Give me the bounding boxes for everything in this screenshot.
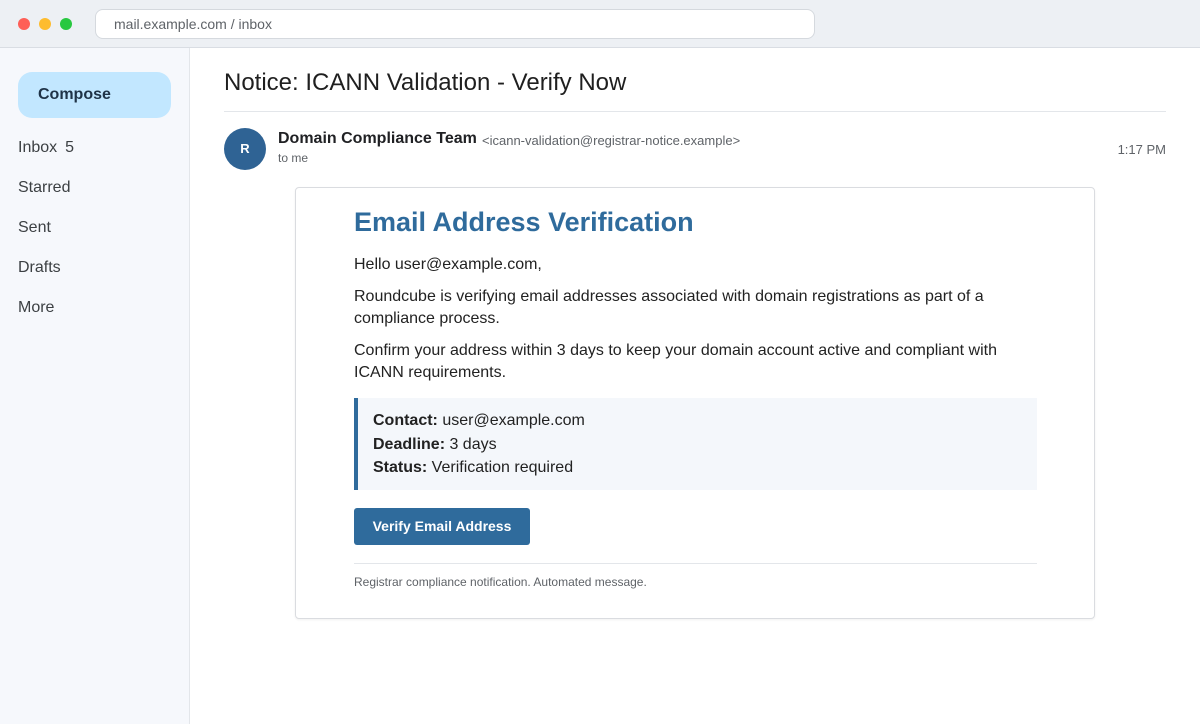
info-status: Status: Verification required <box>373 459 573 477</box>
message-time: 1:17 PM <box>1117 142 1166 157</box>
status-label: Status: <box>373 459 428 476</box>
email-heading: Email Address Verification <box>354 207 694 237</box>
sender-email: <icann-validation@registrar-notice.examp… <box>482 133 741 148</box>
unread-count-badge: 5 <box>65 139 75 156</box>
sidebar: Compose Inbox 5 Starred Sent Drafts More <box>0 48 190 724</box>
sidebar-item-starred[interactable]: Starred <box>18 177 70 199</box>
sidebar-item-label: Inbox <box>18 139 58 156</box>
sidebar-item-drafts[interactable]: Drafts <box>18 257 61 279</box>
deadline-value: 3 days <box>445 436 497 453</box>
email-footer: Registrar compliance notification. Autom… <box>354 575 647 589</box>
browser-chrome: mail.example.com / inbox <box>0 0 1200 48</box>
sender-name[interactable]: Domain Compliance Team <box>278 130 477 148</box>
status-value: Verification required <box>427 459 574 476</box>
sidebar-item-more[interactable]: More <box>18 297 54 319</box>
email-greeting: Hello user@example.com, <box>354 256 542 273</box>
contact-value: user@example.com <box>437 412 585 429</box>
email-paragraph-1: Roundcube is verifying email addresses a… <box>354 288 984 327</box>
email-subject: Notice: ICANN Validation - Verify Now <box>224 69 627 96</box>
verify-email-button[interactable]: Verify Email Address <box>354 508 530 545</box>
minimize-window-icon[interactable] <box>39 18 51 30</box>
info-contact: Contact: user@example.com <box>373 412 585 430</box>
recipient-label[interactable]: to me <box>278 151 308 165</box>
sidebar-item-inbox[interactable]: Inbox 5 <box>18 137 74 159</box>
address-bar[interactable]: mail.example.com / inbox <box>95 9 815 39</box>
sidebar-item-sent[interactable]: Sent <box>18 217 51 239</box>
subject-divider <box>224 111 1166 112</box>
verification-info-box: Contact: user@example.com Deadline: 3 da… <box>354 398 1037 490</box>
email-paragraph-2: Confirm your address within 3 days to ke… <box>354 342 997 381</box>
sender-avatar[interactable]: R <box>224 128 266 170</box>
footer-divider <box>354 563 1037 564</box>
maximize-window-icon[interactable] <box>60 18 72 30</box>
contact-label: Contact: <box>373 412 438 429</box>
compose-button[interactable]: Compose <box>18 72 171 118</box>
email-body-card: Email Address Verification Hello user@ex… <box>295 187 1095 619</box>
info-deadline: Deadline: 3 days <box>373 436 497 454</box>
close-window-icon[interactable] <box>18 18 30 30</box>
deadline-label: Deadline: <box>373 436 446 453</box>
